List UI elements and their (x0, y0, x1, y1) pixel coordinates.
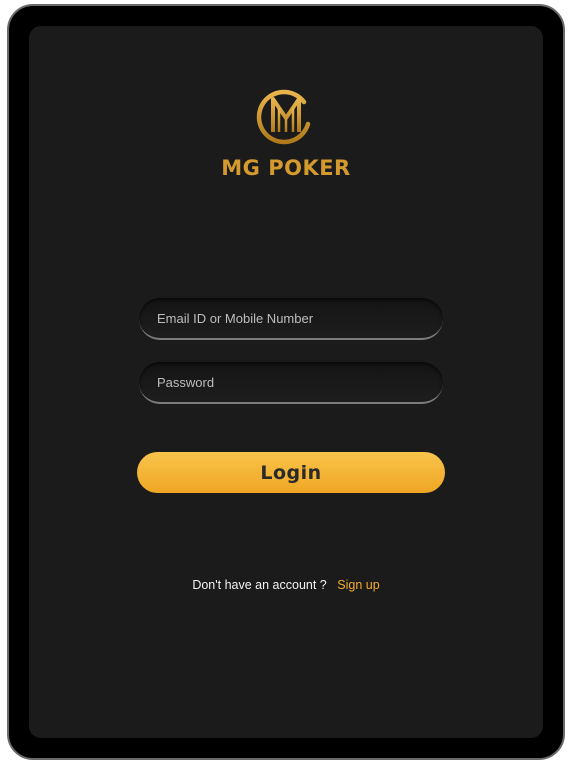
tablet-frame: MG POKER Login Don't have an account ? S… (7, 4, 565, 760)
email-field[interactable] (139, 298, 443, 340)
app-screen: MG POKER Login Don't have an account ? S… (29, 26, 543, 738)
password-input[interactable] (139, 362, 443, 402)
signup-link[interactable]: Sign up (337, 578, 379, 592)
signup-row: Don't have an account ? Sign up (29, 578, 543, 592)
brand-name: MG POKER (221, 156, 351, 180)
email-input[interactable] (139, 298, 443, 338)
mg-monogram-logo-icon (256, 89, 311, 145)
login-button[interactable]: Login (137, 452, 445, 493)
signup-prompt: Don't have an account ? (192, 578, 327, 592)
logo-block: MG POKER (29, 86, 543, 180)
password-field[interactable] (139, 362, 443, 404)
